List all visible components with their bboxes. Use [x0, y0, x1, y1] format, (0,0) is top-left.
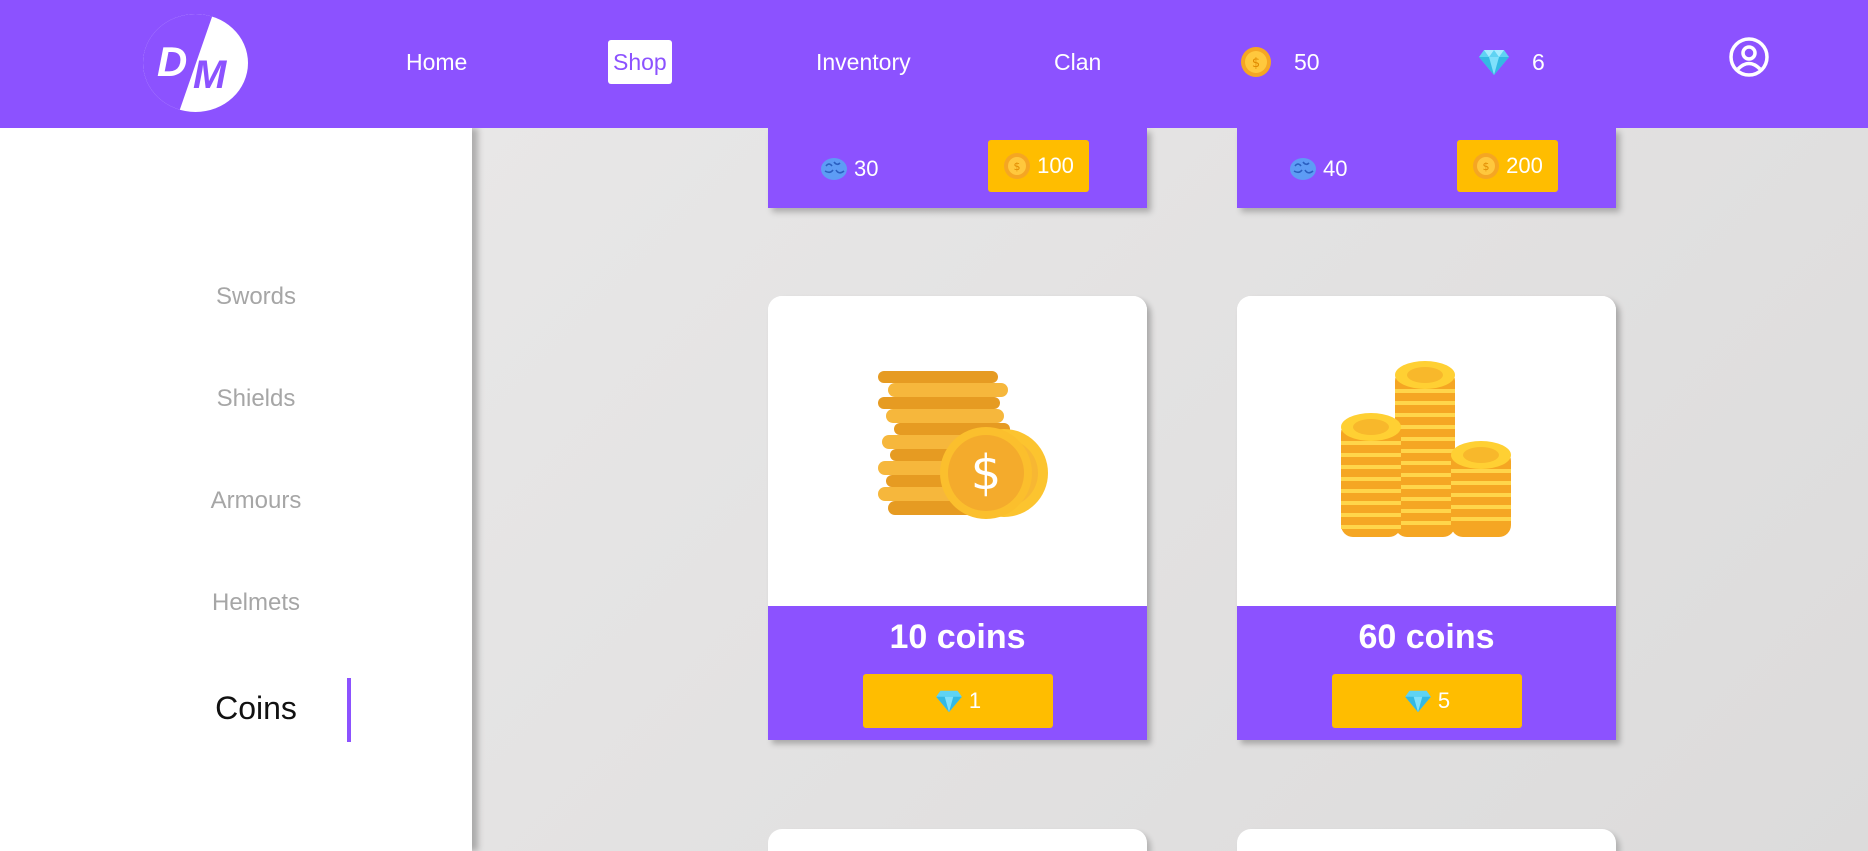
card-footer: 10 coins 1	[768, 606, 1147, 740]
shop-card: 60 coins 5	[1237, 296, 1616, 740]
svg-text:M: M	[193, 53, 228, 97]
card-image	[1237, 296, 1616, 606]
shop-content	[472, 128, 1868, 851]
brain-stat: 30	[820, 156, 878, 182]
nav-clan[interactable]: Clan	[1054, 40, 1101, 84]
diamond-icon	[1405, 690, 1431, 713]
svg-text:$: $	[1252, 56, 1260, 71]
top-navbar: D M Home Shop Inventory Clan $ 50 6	[0, 0, 1868, 128]
shop-card-partial: 30 $ 100	[768, 128, 1147, 208]
brain-icon	[1290, 158, 1316, 180]
shop-card-partial	[768, 829, 1147, 851]
svg-text:$: $	[970, 445, 1001, 501]
buy-button[interactable]: 5	[1332, 674, 1522, 728]
sidebar-item-shields[interactable]: Shields	[0, 385, 512, 413]
nav-home[interactable]: Home	[406, 40, 467, 84]
coin-icon: $	[1004, 153, 1031, 179]
shop-card-partial: 40 $ 200	[1237, 128, 1616, 208]
diamond-icon	[1479, 50, 1509, 75]
shop-card: $ 10 coins 1	[768, 296, 1147, 740]
buy-button[interactable]: $ 200	[1457, 140, 1558, 192]
brain-value: 40	[1323, 156, 1348, 181]
nav-inventory[interactable]: Inventory	[816, 40, 911, 84]
buy-button[interactable]: $ 100	[988, 140, 1089, 192]
gem-balance: 6	[1478, 40, 1545, 84]
coin-towers-icon	[1340, 361, 1511, 537]
logo-icon: D M	[143, 14, 228, 112]
coin-stack-dollar-icon: $	[877, 371, 1048, 519]
buy-button[interactable]: 1	[863, 674, 1053, 728]
sidebar-item-coins[interactable]: Coins	[0, 690, 512, 727]
brain-icon	[821, 158, 847, 180]
price-label: 100	[1037, 153, 1074, 178]
brain-value: 30	[854, 156, 879, 181]
user-circle-icon[interactable]	[1728, 36, 1770, 78]
card-footer: 60 coins 5	[1237, 606, 1616, 740]
svg-text:D: D	[157, 38, 187, 85]
sidebar-item-swords[interactable]: Swords	[0, 283, 512, 311]
price-label: 1	[968, 688, 982, 713]
sidebar-item-helmets[interactable]: Helmets	[0, 589, 512, 617]
nav-shop[interactable]: Shop	[608, 40, 672, 84]
svg-text:$: $	[1483, 160, 1490, 173]
card-title: 10 coins	[889, 618, 1026, 656]
active-indicator	[347, 678, 351, 742]
brain-stat: 40	[1289, 156, 1347, 182]
logo[interactable]: D M	[143, 14, 248, 112]
sidebar-item-armours[interactable]: Armours	[0, 487, 512, 515]
svg-text:$: $	[1014, 160, 1021, 173]
price-label: 200	[1506, 153, 1543, 178]
price-label: 5	[1437, 688, 1451, 713]
coin-balance: $ 50	[1240, 40, 1320, 84]
coin-icon: $	[1241, 47, 1271, 77]
shop-card-partial	[1237, 829, 1616, 851]
coin-icon: $	[1473, 153, 1500, 179]
gem-count: 6	[1532, 48, 1545, 75]
card-title: 60 coins	[1358, 618, 1495, 656]
diamond-icon	[936, 690, 962, 713]
card-image: $	[768, 296, 1147, 606]
coin-count: 50	[1294, 48, 1320, 75]
